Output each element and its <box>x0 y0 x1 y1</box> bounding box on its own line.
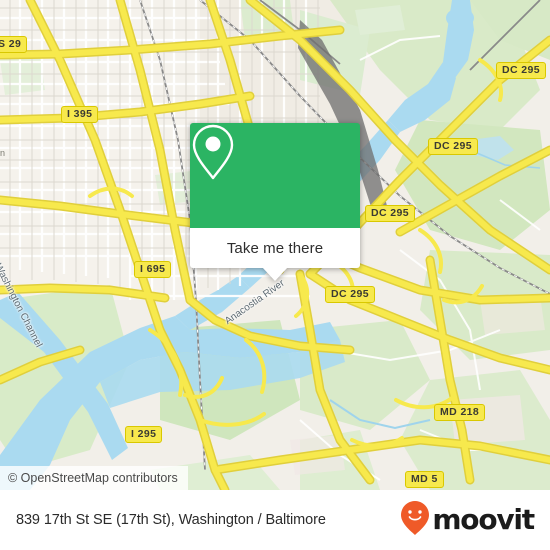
place-label-partial: n <box>0 148 6 158</box>
location-popup-card[interactable]: Take me there <box>190 123 360 281</box>
road-shield-dc-295-a: DC 295 <box>496 62 547 79</box>
moovit-logo[interactable]: moovit <box>400 500 535 541</box>
moovit-wordmark: moovit <box>432 503 535 536</box>
popup-action-bar[interactable]: Take me there <box>190 228 360 281</box>
map-canvas[interactable]: Washington Channel Anacostia River n S 2… <box>0 0 550 490</box>
map-attribution-text: © OpenStreetMap contributors <box>8 471 178 485</box>
road-shield-md-218: MD 218 <box>434 404 486 421</box>
road-shield-dc-295-b: DC 295 <box>428 138 479 155</box>
popup-pointer <box>262 267 288 281</box>
road-shield-dc-295-d: DC 295 <box>325 286 376 303</box>
moovit-map-screen: Washington Channel Anacostia River n S 2… <box>0 0 550 550</box>
road-shield-i-395: I 395 <box>61 106 99 123</box>
road-shield-us-29: S 29 <box>0 36 28 53</box>
road-shield-i-295: I 295 <box>125 426 163 443</box>
address-label: 839 17th St SE (17th St), Washington / B… <box>16 512 326 528</box>
road-shield-dc-295-c: DC 295 <box>365 205 416 222</box>
map-attribution[interactable]: © OpenStreetMap contributors <box>0 466 188 490</box>
road-shield-md-5: MD 5 <box>405 471 444 488</box>
popup-marker-area <box>190 123 360 228</box>
moovit-smiley-pin-icon <box>400 500 430 541</box>
footer-bar: 839 17th St SE (17th St), Washington / B… <box>0 490 550 550</box>
take-me-there-button[interactable]: Take me there <box>227 240 323 257</box>
road-shield-i-695: I 695 <box>134 261 172 278</box>
